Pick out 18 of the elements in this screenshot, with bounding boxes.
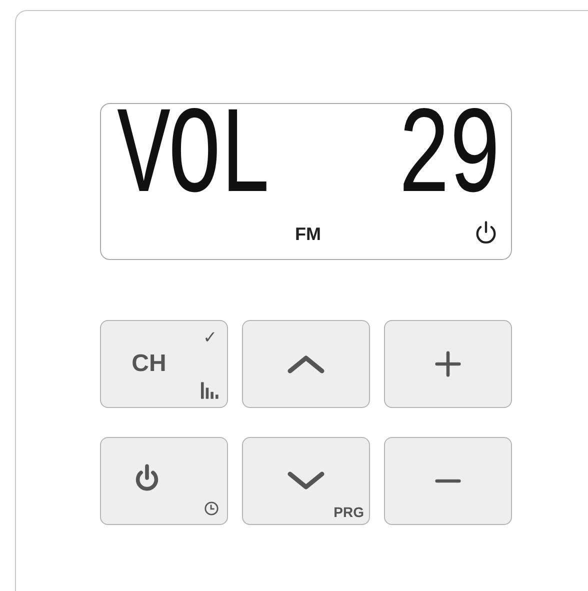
minus-button[interactable] (384, 437, 512, 525)
program-label: PRG (334, 504, 364, 520)
power-icon (134, 463, 160, 493)
chevron-down-icon (286, 471, 326, 491)
clock-icon (204, 501, 219, 516)
channel-button[interactable]: CH ✓ (100, 320, 228, 408)
plus-icon (435, 351, 461, 377)
lcd-value-text: 29 (398, 97, 499, 221)
chevron-up-icon (286, 354, 326, 374)
power-button[interactable] (100, 437, 228, 525)
check-mark: ✓ (203, 327, 217, 348)
up-button[interactable] (242, 320, 370, 408)
down-button[interactable]: PRG (242, 437, 370, 525)
lcd-mode-text: VOL (117, 97, 270, 221)
bar-chart-icon (201, 382, 219, 399)
plus-button[interactable] (384, 320, 512, 408)
minus-icon (435, 479, 461, 483)
band-label: FM (295, 224, 321, 244)
